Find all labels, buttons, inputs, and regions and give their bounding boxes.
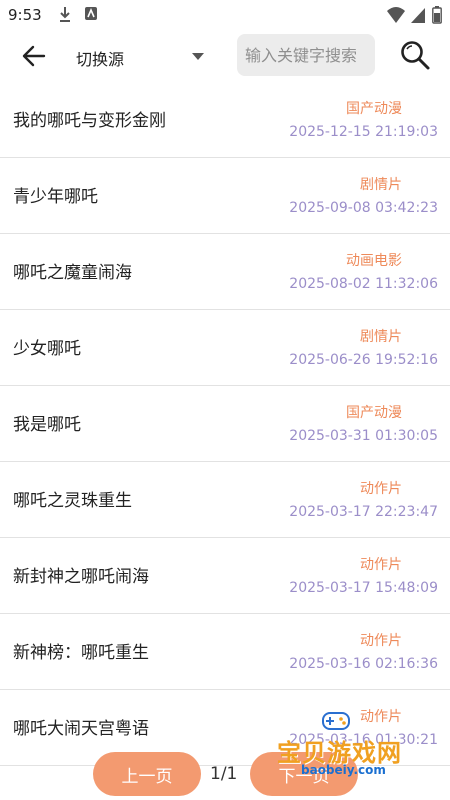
- item-title: 哪吒之魔童闹海: [13, 263, 132, 283]
- status-time: 9:53: [8, 6, 42, 24]
- top-bar: 切换源: [0, 32, 450, 82]
- item-title: 哪吒之灵珠重生: [13, 491, 132, 511]
- download-icon: [60, 7, 70, 22]
- item-date: 2025-06-26 19:52:16: [289, 352, 438, 368]
- item-title: 青少年哪吒: [13, 187, 98, 207]
- watermark: 宝贝游戏网 baobeiy.com: [275, 705, 425, 793]
- gamepad-icon: [322, 712, 350, 730]
- list-item[interactable]: 我是哪吒 国产动漫 2025-03-31 01:30:05: [0, 386, 450, 462]
- item-category: 剧情片: [360, 329, 402, 345]
- item-date: 2025-12-15 21:19:03: [289, 124, 438, 140]
- list-item[interactable]: 哪吒之魔童闹海 动画电影 2025-08-02 11:32:06: [0, 234, 450, 310]
- back-arrow-icon[interactable]: [20, 42, 48, 70]
- item-title: 少女哪吒: [13, 339, 81, 359]
- item-title: 我的哪吒与变形金刚: [13, 111, 166, 131]
- item-date: 2025-08-02 11:32:06: [289, 276, 438, 292]
- page-indicator: 1/1: [210, 764, 238, 784]
- item-category: 剧情片: [360, 177, 402, 193]
- list-item[interactable]: 我的哪吒与变形金刚 国产动漫 2025-12-15 21:19:03: [0, 82, 450, 158]
- item-date: 2025-09-08 03:42:23: [289, 200, 438, 216]
- source-switch-label[interactable]: 切换源: [76, 46, 124, 70]
- watermark-url: baobeiy.com: [301, 763, 386, 777]
- list-item[interactable]: 哪吒之灵珠重生 动作片 2025-03-17 22:23:47: [0, 462, 450, 538]
- prev-page-button[interactable]: 上一页: [93, 752, 201, 796]
- chevron-down-icon[interactable]: [190, 50, 206, 62]
- item-category: 动画电影: [346, 253, 402, 269]
- item-category: 动作片: [360, 481, 402, 497]
- item-title: 哪吒大闹天宫粤语: [13, 719, 149, 739]
- item-date: 2025-03-31 01:30:05: [289, 428, 438, 444]
- app-notification-icon: [85, 7, 97, 20]
- item-date: 2025-03-17 22:23:47: [289, 504, 438, 520]
- list-item[interactable]: 少女哪吒 剧情片 2025-06-26 19:52:16: [0, 310, 450, 386]
- list-item[interactable]: 新封神之哪吒闹海 动作片 2025-03-17 15:48:09: [0, 538, 450, 614]
- status-bar: 9:53: [0, 0, 450, 32]
- list-item[interactable]: 青少年哪吒 剧情片 2025-09-08 03:42:23: [0, 158, 450, 234]
- search-icon[interactable]: [398, 38, 432, 72]
- item-date: 2025-03-16 02:16:36: [289, 656, 438, 672]
- search-result-list: 我的哪吒与变形金刚 国产动漫 2025-12-15 21:19:03 青少年哪吒…: [0, 82, 450, 766]
- item-category: 国产动漫: [346, 101, 402, 117]
- item-category: 国产动漫: [346, 405, 402, 421]
- wifi-icon: [387, 7, 405, 23]
- list-item[interactable]: 新神榜：哪吒重生 动作片 2025-03-16 02:16:36: [0, 614, 450, 690]
- item-title: 新神榜：哪吒重生: [13, 643, 149, 663]
- item-category: 动作片: [360, 633, 402, 649]
- item-title: 我是哪吒: [13, 415, 81, 435]
- signal-icon: [411, 8, 425, 23]
- search-input[interactable]: [237, 34, 375, 76]
- battery-icon: [432, 6, 442, 24]
- item-category: 动作片: [360, 557, 402, 573]
- item-date: 2025-03-17 15:48:09: [289, 580, 438, 596]
- item-title: 新封神之哪吒闹海: [13, 567, 149, 587]
